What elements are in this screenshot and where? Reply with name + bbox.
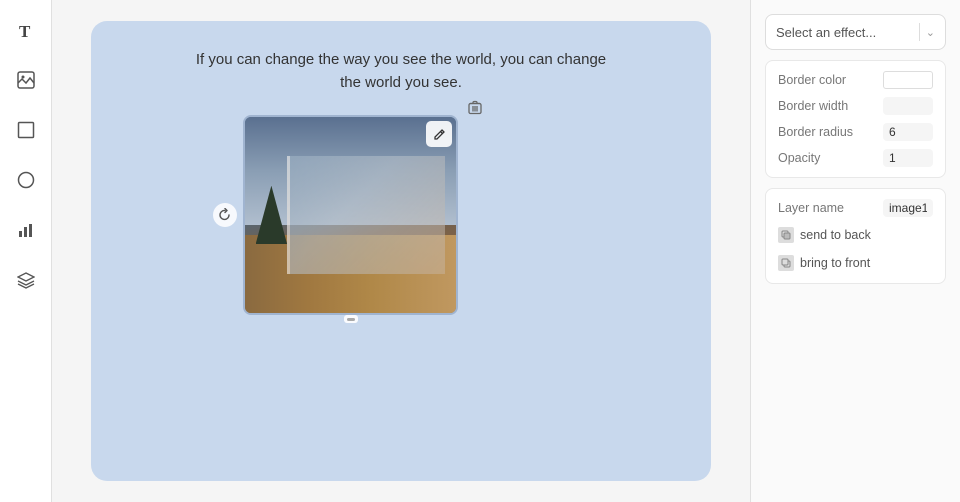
properties-box: Border color Border width Border radius … <box>765 60 946 178</box>
send-to-back-label: send to back <box>800 228 871 242</box>
rotate-handle[interactable] <box>213 203 237 227</box>
effect-dropdown[interactable]: Select an effect... ⌄ <box>765 14 946 50</box>
image-building <box>287 156 445 274</box>
canvas-board[interactable]: If you can change the way you see the wo… <box>91 21 711 481</box>
resize-handle[interactable] <box>344 315 358 323</box>
border-color-swatch[interactable] <box>883 71 933 89</box>
bring-to-front-label: bring to front <box>800 256 870 270</box>
layer-name-row: Layer name <box>778 199 933 217</box>
opacity-label: Opacity <box>778 151 820 165</box>
opacity-row: Opacity <box>778 149 933 167</box>
rectangle-tool-button[interactable] <box>10 114 42 146</box>
image-edit-icon[interactable] <box>426 121 452 147</box>
effect-placeholder: Select an effect... <box>776 25 876 40</box>
effect-divider <box>919 23 920 41</box>
bring-to-front-icon <box>778 255 794 271</box>
send-to-back-action[interactable]: send to back <box>778 225 933 245</box>
border-color-label: Border color <box>778 73 846 87</box>
border-width-input[interactable] <box>883 97 933 115</box>
right-panel: Select an effect... ⌄ Border color Borde… <box>750 0 960 502</box>
layer-name-label: Layer name <box>778 201 844 215</box>
border-width-row: Border width <box>778 97 933 115</box>
text-tool-button[interactable]: T <box>10 14 42 46</box>
chart-tool-button[interactable] <box>10 214 42 246</box>
layer-box: Layer name send to back bring to front <box>765 188 946 284</box>
bring-to-front-action[interactable]: bring to front <box>778 253 933 273</box>
border-radius-input[interactable] <box>883 123 933 141</box>
image-tool-button[interactable] <box>10 64 42 96</box>
border-color-row: Border color <box>778 71 933 89</box>
opacity-input[interactable] <box>883 149 933 167</box>
border-width-label: Border width <box>778 99 848 113</box>
delete-text-icon[interactable] <box>465 97 485 117</box>
ellipse-tool-button[interactable] <box>10 164 42 196</box>
chevron-down-icon: ⌄ <box>926 26 935 39</box>
send-to-back-icon <box>778 227 794 243</box>
left-toolbar: T <box>0 0 52 502</box>
layer-name-input[interactable] <box>883 199 933 217</box>
canvas-area: If you can change the way you see the wo… <box>52 0 750 502</box>
border-radius-row: Border radius <box>778 123 933 141</box>
svg-text:T: T <box>19 22 31 40</box>
canvas-text[interactable]: If you can change the way you see the wo… <box>191 49 611 94</box>
canvas-image-element[interactable] <box>243 115 458 315</box>
canvas-image-box <box>243 115 458 315</box>
layers-tool-button[interactable] <box>10 264 42 296</box>
border-radius-label: Border radius <box>778 125 853 139</box>
